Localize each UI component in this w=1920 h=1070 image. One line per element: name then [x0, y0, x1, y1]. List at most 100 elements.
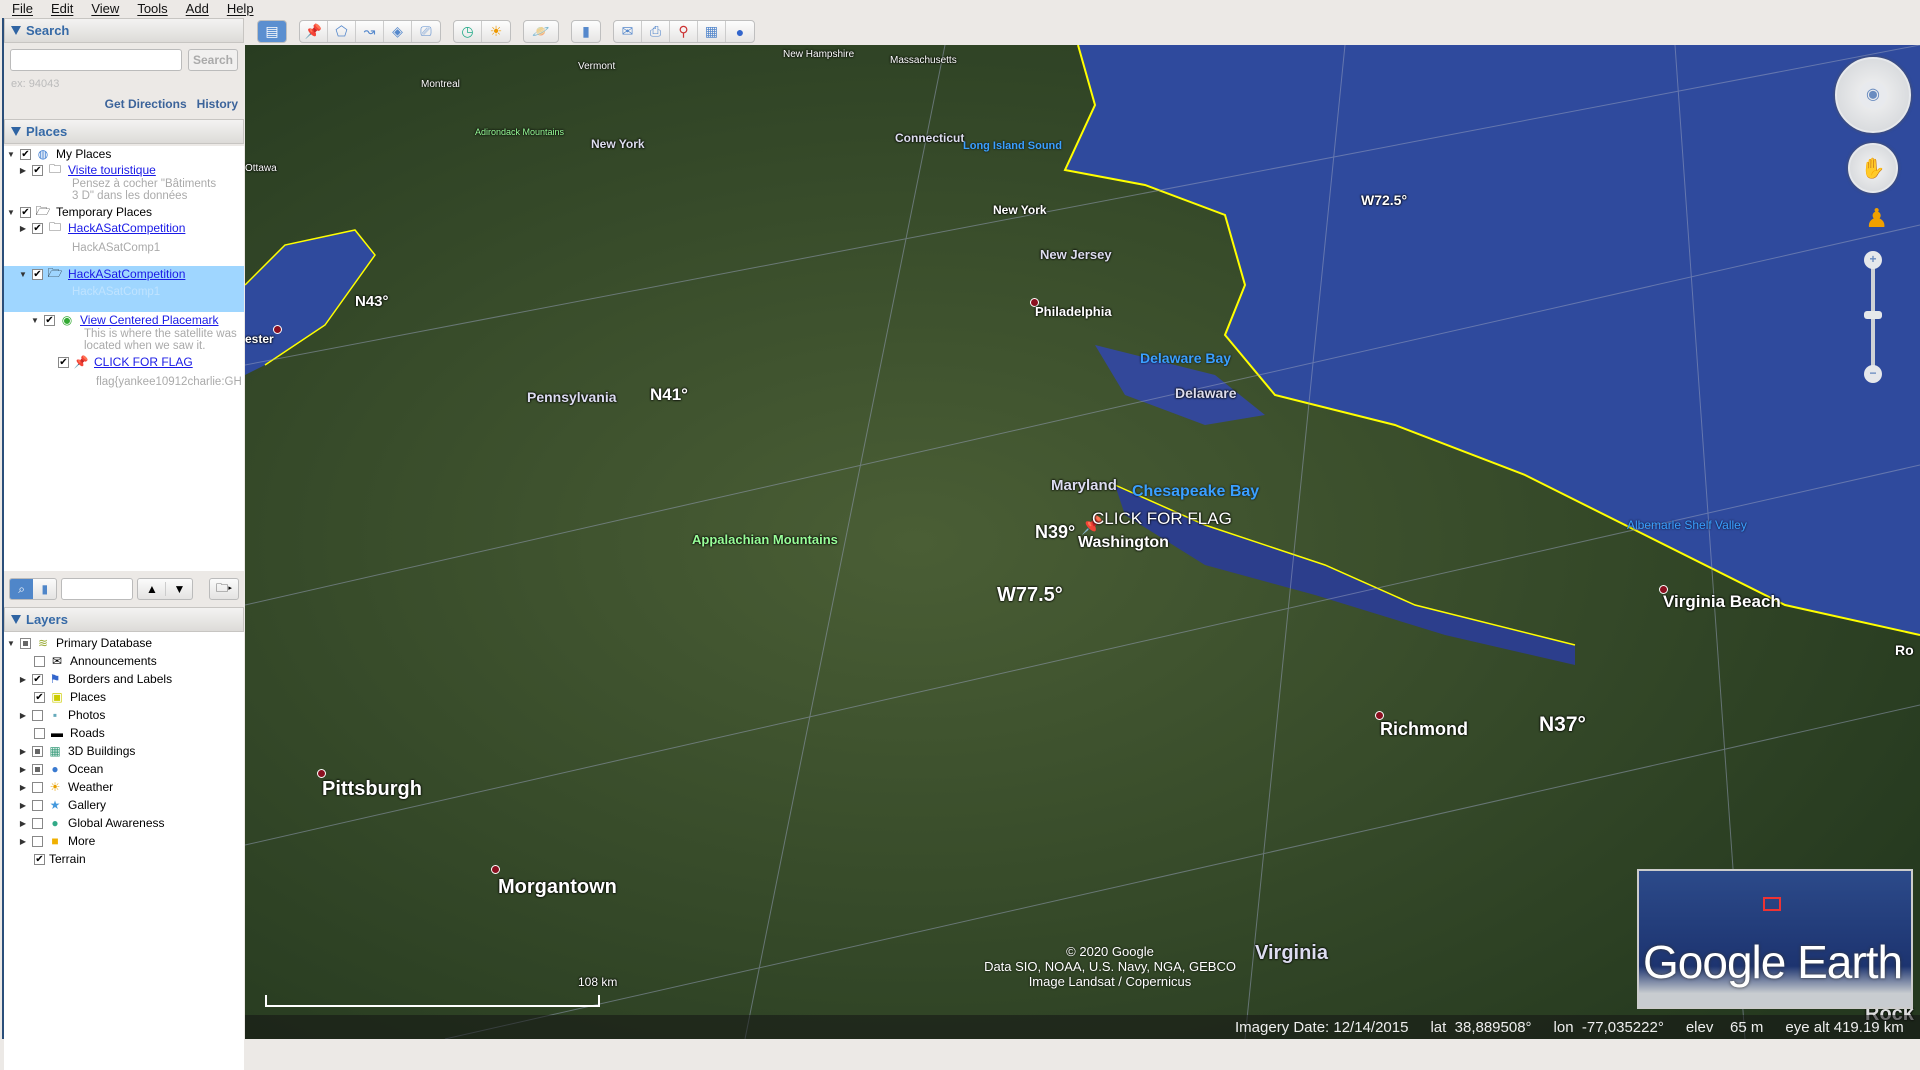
checkbox[interactable] [32, 781, 43, 793]
expand-arrow-icon[interactable]: ▼ [18, 270, 28, 279]
print-icon[interactable]: ⎙ [642, 21, 670, 42]
places-filter-input[interactable] [61, 578, 134, 600]
item-link[interactable]: View Centered Placemark [80, 313, 219, 327]
expand-arrow-icon[interactable]: ▶ [18, 747, 28, 756]
search-input[interactable] [10, 49, 182, 71]
layer-announcements[interactable]: ✉ Announcements [4, 652, 244, 670]
layer-borders-labels[interactable]: ▶ ✔ ⚑ Borders and Labels [4, 670, 244, 688]
planets-icon[interactable]: 🪐 [524, 21, 558, 42]
tree-item-visite[interactable]: ▶ ✔ 🗀 Visite touristique [4, 162, 244, 178]
overview-map[interactable]: Google Earth [1637, 869, 1913, 1009]
search-magnifier-icon[interactable]: ⌕ [10, 579, 34, 599]
menu-file[interactable]: File [0, 0, 42, 18]
view-toggle[interactable]: ⌕ ▮ [9, 578, 58, 600]
item-link[interactable]: HackASatCompetition [68, 267, 185, 281]
google-maps-icon[interactable]: ⚲ [670, 21, 698, 42]
zoom-out-button[interactable]: − [1864, 365, 1882, 383]
layer-3d-buildings[interactable]: ▶ ▦ 3D Buildings [4, 742, 244, 760]
menu-edit[interactable]: Edit [42, 0, 82, 18]
expand-arrow-icon[interactable]: ▶ [18, 801, 28, 810]
save-image-icon[interactable]: ▦ [698, 21, 726, 42]
menu-help[interactable]: Help [218, 0, 263, 18]
record-tour-icon[interactable]: ⎚ [412, 21, 440, 42]
checkbox[interactable] [34, 655, 45, 667]
zoom-in-button[interactable]: + [1864, 251, 1882, 269]
tree-item-click-for-flag[interactable]: ✔ 📌 CLICK FOR FLAG [4, 354, 244, 370]
menu-view[interactable]: View [82, 0, 128, 18]
add-image-overlay-icon[interactable]: ◈ [384, 21, 412, 42]
checkbox[interactable] [32, 763, 43, 775]
expand-arrow-icon[interactable]: ▶ [18, 837, 28, 846]
move-down-button[interactable]: ▼ [165, 582, 192, 596]
checkbox[interactable]: ✔ [34, 691, 45, 703]
move-navigation-control[interactable]: ✋ [1848, 143, 1898, 193]
expand-arrow-icon[interactable]: ▼ [30, 316, 40, 325]
checkbox[interactable] [32, 745, 43, 757]
tree-item-hackasat-2[interactable]: ▼ ✔ 🗁 HackASatCompetition [4, 266, 244, 282]
move-up-button[interactable]: ▲ [138, 582, 165, 596]
menu-tools[interactable]: Tools [128, 0, 176, 18]
checkbox[interactable]: ✔ [20, 148, 31, 160]
add-placemark-icon[interactable]: 📌 [300, 21, 328, 42]
layer-global-awareness[interactable]: ▶ ● Global Awareness [4, 814, 244, 832]
checkbox[interactable] [32, 835, 43, 847]
layers-panel-header[interactable]: Layers [4, 607, 244, 632]
search-button[interactable]: Search [188, 49, 238, 71]
layer-terrain[interactable]: ✔ Terrain [4, 850, 244, 868]
expand-arrow-icon[interactable]: ▶ [18, 819, 28, 828]
layer-more[interactable]: ▶ ■ More [4, 832, 244, 850]
search-panel-header[interactable]: Search [4, 18, 244, 43]
checkbox[interactable] [34, 727, 45, 739]
zoom-slider-thumb[interactable] [1864, 311, 1882, 319]
checkbox[interactable]: ✔ [58, 356, 69, 368]
tree-item-temporary-places[interactable]: ▼ ✔ 🗁 Temporary Places [4, 204, 244, 220]
tree-item-view-centered-placemark[interactable]: ▼ ✔ ◉ View Centered Placemark [4, 312, 244, 328]
expand-arrow-icon[interactable]: ▶ [18, 166, 28, 175]
layer-ocean[interactable]: ▶ ● Ocean [4, 760, 244, 778]
add-polygon-icon[interactable]: ⬠ [328, 21, 356, 42]
layer-primary-database[interactable]: ▼ ≋ Primary Database [4, 634, 244, 652]
layer-weather[interactable]: ▶ ☀ Weather [4, 778, 244, 796]
sunlight-icon[interactable]: ☀ [482, 21, 510, 42]
tree-item-hackasat-1[interactable]: ▶ ✔ 🗀 HackASatCompetition [4, 220, 244, 236]
expand-arrow-icon[interactable]: ▶ [18, 765, 28, 774]
layer-gallery[interactable]: ▶ ★ Gallery [4, 796, 244, 814]
add-path-icon[interactable]: ↝ [356, 21, 384, 42]
menu-add[interactable]: Add [177, 0, 218, 18]
checkbox[interactable]: ✔ [32, 164, 43, 176]
checkbox[interactable] [32, 709, 43, 721]
item-link[interactable]: HackASatCompetition [68, 221, 185, 235]
pegman-icon[interactable]: ♟ [1865, 203, 1888, 234]
expand-arrow-icon[interactable]: ▶ [18, 675, 28, 684]
zoom-slider[interactable]: + − [1864, 251, 1882, 383]
layer-roads[interactable]: ▬ Roads [4, 724, 244, 742]
checkbox[interactable] [20, 637, 31, 649]
city-marker[interactable] [273, 325, 282, 334]
earth-view-icon[interactable]: ● [726, 21, 754, 42]
expand-arrow-icon[interactable]: ▶ [18, 224, 28, 233]
expand-arrow-icon[interactable]: ▼ [6, 150, 16, 159]
flag-placemark-label[interactable]: CLICK FOR FLAG [1092, 509, 1232, 529]
get-directions-link[interactable]: Get Directions [105, 97, 187, 111]
earth-3d-view[interactable]: Montreal Vermont New Hampshire Massachus… [245, 45, 1920, 1039]
city-marker[interactable] [491, 865, 500, 874]
layer-places[interactable]: ✔ ▣ Places [4, 688, 244, 706]
checkbox[interactable]: ✔ [34, 853, 45, 865]
panel-icon[interactable]: ▮ [33, 582, 56, 596]
item-link[interactable]: Visite touristique [68, 163, 156, 177]
checkbox[interactable]: ✔ [20, 206, 31, 218]
ruler-icon[interactable]: ▮ [572, 21, 600, 42]
checkbox[interactable] [32, 799, 43, 811]
checkbox[interactable]: ✔ [32, 673, 43, 685]
city-marker[interactable] [317, 769, 326, 778]
look-navigation-control[interactable]: ◉ [1835, 57, 1911, 133]
checkbox[interactable]: ✔ [32, 268, 43, 280]
checkbox[interactable] [32, 817, 43, 829]
selected-tree-item[interactable]: ▼ ✔ 🗁 HackASatCompetition HackASatComp1 [4, 266, 244, 312]
history-link[interactable]: History [197, 97, 238, 111]
historical-imagery-icon[interactable]: ◷ [454, 21, 482, 42]
places-panel-header[interactable]: Places [4, 119, 244, 144]
folder-menu-button[interactable]: 🗀▸ [209, 578, 239, 600]
expand-arrow-icon[interactable]: ▶ [18, 711, 28, 720]
layer-photos[interactable]: ▶ ▪ Photos [4, 706, 244, 724]
